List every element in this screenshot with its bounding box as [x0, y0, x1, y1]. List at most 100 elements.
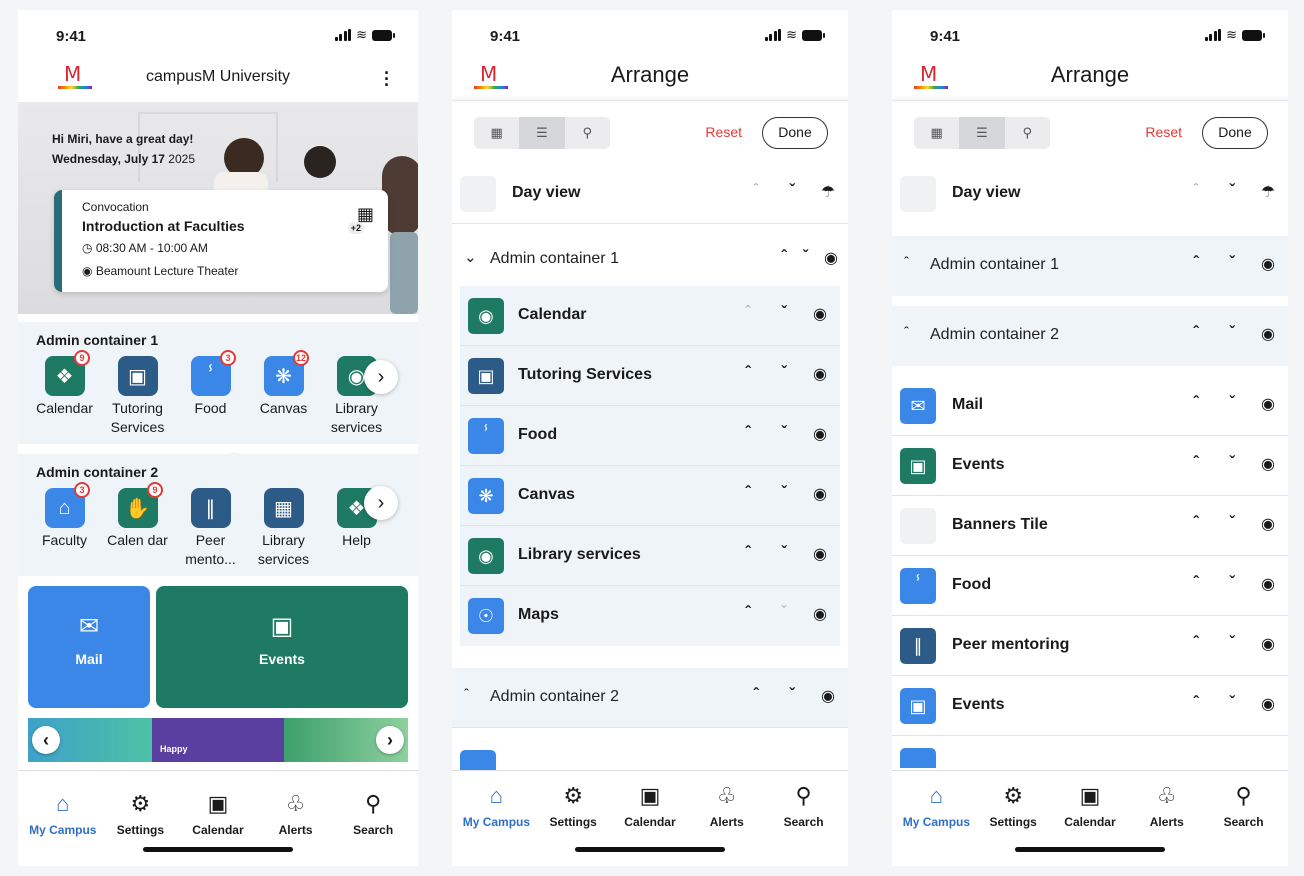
move-down-icon[interactable]: ˇ: [1222, 324, 1242, 344]
move-up-icon[interactable]: ˆ: [746, 182, 766, 202]
nav-alerts[interactable]: ♧ Alerts: [258, 779, 334, 837]
nav-my-campus[interactable]: ⌂ My Campus: [898, 771, 974, 829]
event-card[interactable]: Convocation Introduction at Faculties ◷ …: [54, 190, 388, 292]
done-button[interactable]: Done: [1202, 117, 1268, 149]
move-down-icon[interactable]: ˇ: [1222, 514, 1242, 534]
search-icon[interactable]: ⚲: [565, 117, 610, 149]
eye-icon[interactable]: ◉: [810, 304, 830, 324]
move-up-icon[interactable]: ˆ: [1186, 574, 1206, 594]
move-up-icon[interactable]: ˆ: [738, 484, 758, 504]
move-down-icon[interactable]: ˇ: [774, 364, 794, 384]
group-admin-container-2[interactable]: ˆ Admin container 2 ˆ ˇ ◉: [452, 668, 848, 728]
move-down-icon[interactable]: ˇ: [774, 544, 794, 564]
banner-next-button[interactable]: ›: [376, 726, 404, 754]
tile-library-services[interactable]: ▦ Library services: [247, 488, 320, 569]
nav-my-campus[interactable]: ⌂ My Campus: [458, 771, 534, 829]
tile-calendar[interactable]: ✋ 9 Calen dar: [101, 482, 174, 569]
group-admin-container-1[interactable]: ˆ Admin container 1 ˆ ˇ ◉: [892, 236, 1288, 296]
move-down-icon[interactable]: ˇ: [1222, 394, 1242, 414]
move-up-icon[interactable]: ˆ: [738, 364, 758, 384]
eye-icon[interactable]: ◉: [810, 484, 830, 504]
nav-alerts[interactable]: ♧ Alerts: [1129, 771, 1205, 829]
move-down-icon[interactable]: ˇ: [782, 182, 802, 202]
list-view-icon[interactable]: ☰: [519, 117, 565, 149]
tile-peer-mentoring[interactable]: ∥ Peer mento...: [174, 488, 247, 569]
move-up-icon[interactable]: ˆ: [746, 686, 766, 706]
reset-button[interactable]: Reset: [705, 124, 742, 140]
arrange-row-events[interactable]: ▣ Events ˆ ˇ ◉: [892, 436, 1288, 496]
nav-settings[interactable]: ⚙ Settings: [102, 779, 178, 837]
nav-settings[interactable]: ⚙ Settings: [535, 771, 611, 829]
reset-button[interactable]: Reset: [1145, 124, 1182, 140]
arrange-row-peer-mentoring[interactable]: ∥ Peer mentoring ˆ ˇ ◉: [892, 616, 1288, 676]
banner-carousel[interactable]: Happy ‹ ›: [28, 718, 408, 762]
move-up-icon[interactable]: ˆ: [738, 604, 758, 624]
move-down-icon[interactable]: ˇ: [774, 304, 794, 324]
move-up-icon[interactable]: ˆ: [1186, 454, 1206, 474]
search-icon[interactable]: ⚲: [1005, 117, 1050, 149]
nav-my-campus[interactable]: ⌂ My Campus: [25, 779, 101, 837]
scroll-right-button[interactable]: ›: [364, 360, 398, 394]
move-up-icon[interactable]: ˆ: [1186, 394, 1206, 414]
move-down-icon[interactable]: ˇ: [774, 484, 794, 504]
nav-settings[interactable]: ⚙ Settings: [975, 771, 1051, 829]
move-down-icon[interactable]: ˇ: [803, 248, 808, 268]
arrange-row-food[interactable]: ⸯ Food ˆ ˇ ◉: [892, 556, 1288, 616]
move-up-icon[interactable]: ˆ: [1186, 254, 1206, 274]
group-admin-container-1[interactable]: ⌄ Admin container 1 ˆ ˇ ◉: [452, 230, 848, 290]
move-down-icon[interactable]: ˇ: [1222, 574, 1242, 594]
banner-prev-button[interactable]: ‹: [32, 726, 60, 754]
tile-food[interactable]: ⸯ 3 Food: [174, 350, 247, 437]
mail-tile[interactable]: ✉ Mail: [28, 586, 150, 708]
nav-alerts[interactable]: ♧ Alerts: [689, 771, 765, 829]
move-up-icon[interactable]: ˆ: [1186, 182, 1206, 202]
move-up-icon[interactable]: ˆ: [738, 304, 758, 324]
eye-icon[interactable]: ◉: [1258, 634, 1278, 654]
tile-tutoring-services[interactable]: ▣ Tutoring Services: [101, 356, 174, 437]
arrange-row-calendar[interactable]: ◉ Calendar ˆ ˇ ◉: [460, 286, 840, 346]
nav-calendar[interactable]: ▣ Calendar: [612, 771, 688, 829]
eye-icon[interactable]: ◉: [1258, 514, 1278, 534]
nav-calendar[interactable]: ▣ Calendar: [1052, 771, 1128, 829]
eye-icon[interactable]: ◉: [1258, 454, 1278, 474]
nav-search[interactable]: ⚲ Search: [335, 779, 411, 837]
eye-icon[interactable]: ◉: [824, 248, 838, 268]
eye-icon[interactable]: ◉: [1258, 254, 1278, 274]
eye-icon[interactable]: ◉: [1258, 574, 1278, 594]
move-down-icon[interactable]: ˇ: [774, 604, 794, 624]
arrange-row-food[interactable]: ⸯ Food ˆ ˇ ◉: [460, 406, 840, 466]
grid-view-icon[interactable]: ▦: [914, 117, 959, 149]
arrange-row-events[interactable]: ▣ Events ˆ ˇ ◉: [892, 676, 1288, 736]
tile-faculty[interactable]: ⌂ 3 Faculty: [28, 482, 101, 569]
group-admin-container-2[interactable]: ˆ Admin container 2 ˆ ˇ ◉: [892, 306, 1288, 366]
move-down-icon[interactable]: ˇ: [1222, 694, 1242, 714]
move-up-icon[interactable]: ˆ: [1186, 634, 1206, 654]
nav-calendar[interactable]: ▣ Calendar: [180, 779, 256, 837]
tile-calendar[interactable]: ❖ 9 Calendar: [28, 350, 101, 437]
eye-icon[interactable]: ◉: [810, 544, 830, 564]
move-up-icon[interactable]: ˆ: [1186, 514, 1206, 534]
grid-view-icon[interactable]: ▦: [474, 117, 519, 149]
eye-icon[interactable]: ◉: [1258, 694, 1278, 714]
move-up-icon[interactable]: ˆ: [1186, 694, 1206, 714]
eye-icon[interactable]: ◉: [810, 604, 830, 624]
events-tile[interactable]: ▣ Events: [156, 586, 408, 708]
arrange-row-tutoring-services[interactable]: ▣ Tutoring Services ˆ ˇ ◉: [460, 346, 840, 406]
list-view-icon[interactable]: ☰: [959, 117, 1005, 149]
move-down-icon[interactable]: ˇ: [1222, 634, 1242, 654]
eye-icon[interactable]: ◉: [1258, 324, 1278, 344]
eye-icon[interactable]: ◉: [818, 686, 838, 706]
arrange-row-library-services[interactable]: ◉ Library services ˆ ˇ ◉: [460, 526, 840, 586]
done-button[interactable]: Done: [762, 117, 828, 149]
move-down-icon[interactable]: ˇ: [782, 686, 802, 706]
eye-icon[interactable]: ◉: [810, 364, 830, 384]
move-up-icon[interactable]: ˆ: [738, 424, 758, 444]
move-up-icon[interactable]: ˆ: [738, 544, 758, 564]
tile-canvas[interactable]: ❋ 12 Canvas: [247, 350, 320, 437]
move-down-icon[interactable]: ˇ: [774, 424, 794, 444]
move-down-icon[interactable]: ˇ: [1222, 454, 1242, 474]
arrange-row-banners-tile[interactable]: Banners Tile ˆ ˇ ◉: [892, 496, 1288, 556]
arrange-row-maps[interactable]: ☉ Maps ˆ ˇ ◉: [460, 586, 840, 646]
nav-search[interactable]: ⚲ Search: [1206, 771, 1282, 829]
scroll-right-button[interactable]: ›: [364, 486, 398, 520]
